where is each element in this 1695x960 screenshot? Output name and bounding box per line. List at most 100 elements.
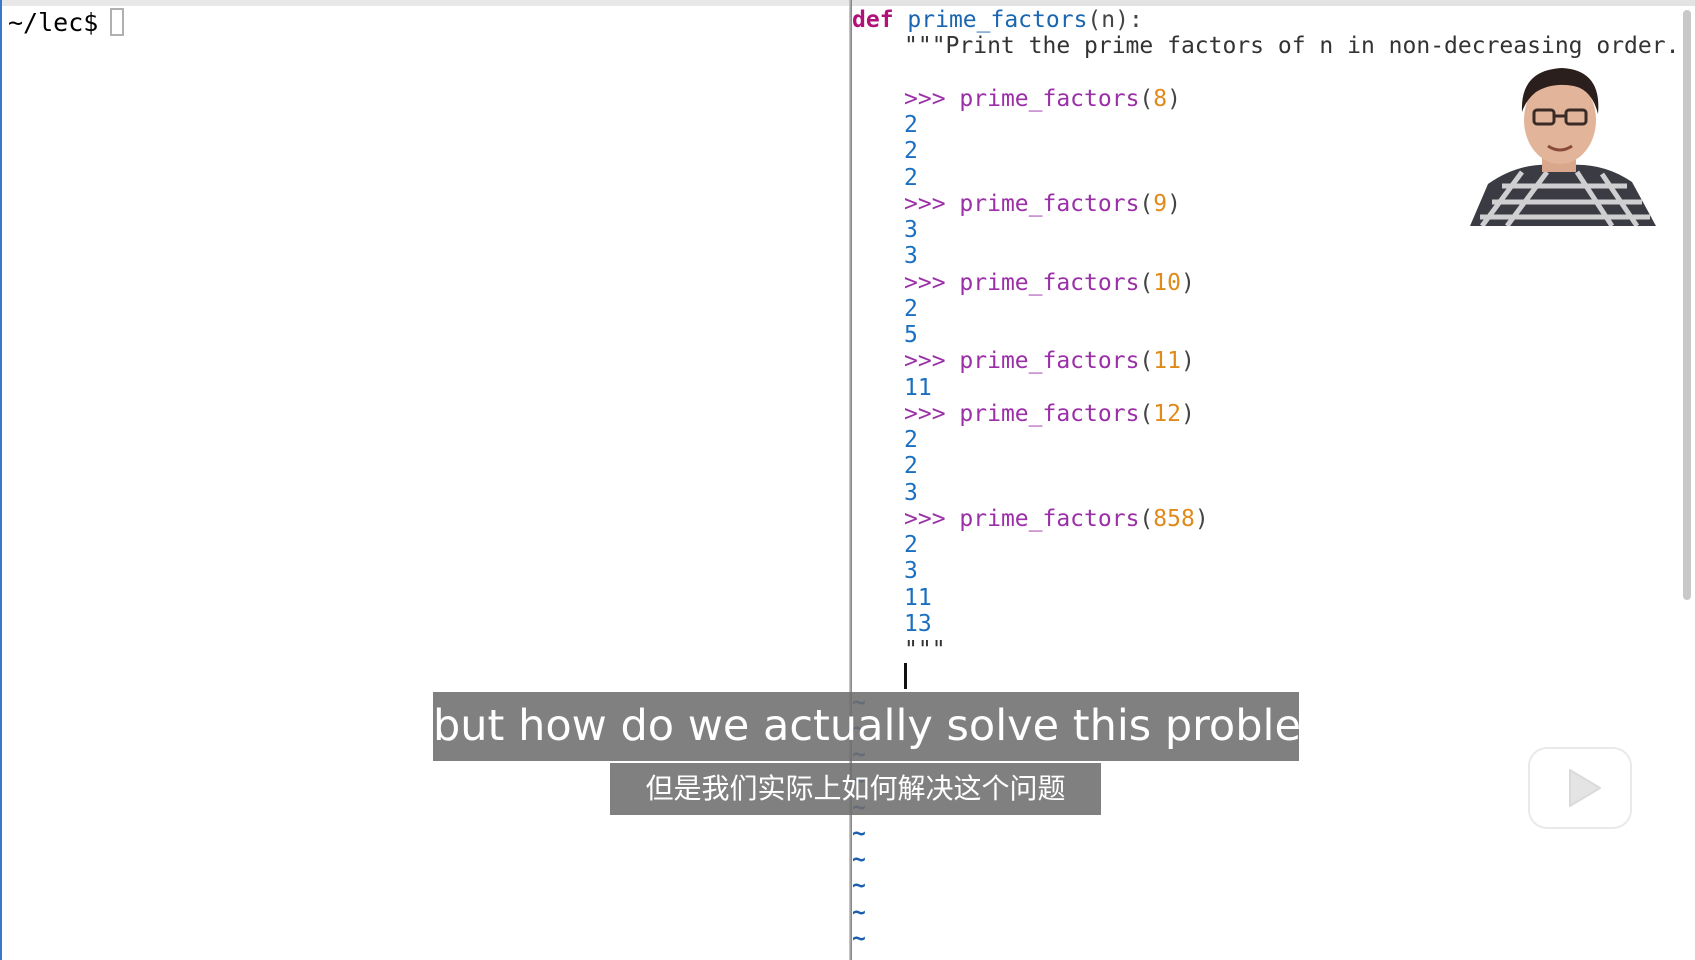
function-name: prime_factors <box>907 7 1088 33</box>
doctest-call: prime_factors <box>959 269 1140 296</box>
doctest-output-line: 2 <box>852 427 918 453</box>
terminal-titlebar <box>2 0 849 6</box>
terminal-cursor <box>110 8 125 36</box>
doctest-output-line: 13 <box>852 611 932 637</box>
doctest-output: 2 <box>904 112 918 138</box>
terminal-pane[interactable]: ~/lec$ <box>0 0 849 960</box>
doctest-prompt: >>> <box>904 400 946 427</box>
close-paren: ) <box>1180 269 1195 296</box>
close-paren: ) <box>1180 348 1195 375</box>
doctest-output: 13 <box>904 610 932 637</box>
doctest-argument: 858 <box>1153 505 1195 532</box>
doctest-output: 11 <box>904 584 932 611</box>
editor-scrollbar[interactable] <box>1683 10 1691 600</box>
doctest-argument: 9 <box>1153 190 1168 217</box>
open-paren: ( <box>1139 505 1154 532</box>
doctest-output-line: 11 <box>852 585 932 611</box>
docstring-text: """Print the prime factors of n in non-d… <box>904 33 1680 60</box>
docstring-close: """ <box>904 637 946 663</box>
doctest-call-line: >>> prime_factors(10) <box>852 270 1195 296</box>
def-keyword: def <box>852 7 894 33</box>
doctest-output: 2 <box>904 453 918 480</box>
doctest-call-line: >>> prime_factors(8) <box>852 86 1181 112</box>
close-paren: ) <box>1194 505 1209 532</box>
close-paren: ) <box>1167 85 1181 112</box>
empty-line-marker: ~ <box>852 925 866 952</box>
doctest-output-line: 3 <box>852 243 918 269</box>
doctest-prompt: >>> <box>904 269 946 296</box>
code-line-def: def prime_factors(n): <box>852 7 1143 33</box>
doctest-output-line: 3 <box>852 558 918 584</box>
doctest-output: 3 <box>904 217 918 243</box>
editor-titlebar <box>852 0 1695 6</box>
subtitle-english: but how do we actually solve this proble… <box>433 692 1343 761</box>
open-paren: ( <box>1139 269 1154 296</box>
doctest-call: prime_factors <box>959 348 1140 375</box>
open-paren: ( <box>1139 85 1154 112</box>
terminal-prompt-line[interactable]: ~/lec$ <box>8 8 125 38</box>
function-signature: (n): <box>1087 7 1143 33</box>
doctest-argument: 10 <box>1153 269 1181 296</box>
doctest-output: 3 <box>904 558 918 585</box>
doctest-call: prime_factors <box>959 190 1140 217</box>
doctest-output: 3 <box>904 243 918 270</box>
doctest-output: 3 <box>904 479 918 506</box>
doctest-output: 11 <box>904 374 932 401</box>
doctest-output-line: 2 <box>852 138 918 164</box>
subtitle-chinese: 但是我们实际上如何解决这个问题 <box>610 763 1101 815</box>
doctest-output: 2 <box>904 295 918 322</box>
doctest-output-line: 5 <box>852 322 918 348</box>
presenter-image <box>1462 62 1658 226</box>
doctest-call: prime_factors <box>959 400 1140 427</box>
doctest-output-line: 3 <box>852 480 918 506</box>
doctest-call-line: >>> prime_factors(11) <box>852 348 1195 374</box>
doctest-output: 2 <box>904 138 918 165</box>
doctest-output-line: 2 <box>852 532 918 558</box>
doctest-prompt: >>> <box>904 505 946 532</box>
doctest-output: 5 <box>904 322 918 348</box>
doctest-output-line: 11 <box>852 375 932 401</box>
code-line-docstring-close: """ <box>852 637 946 663</box>
empty-line-marker: ~ <box>852 899 866 926</box>
terminal-prompt: ~/lec$ <box>8 8 99 37</box>
doctest-prompt: >>> <box>904 348 946 375</box>
doctest-call: prime_factors <box>959 505 1140 532</box>
doctest-output-line: 2 <box>852 453 918 479</box>
doctest-call-line: >>> prime_factors(12) <box>852 401 1195 427</box>
doctest-output-line: 2 <box>852 165 918 191</box>
play-icon <box>1528 738 1632 829</box>
doctest-argument: 11 <box>1153 348 1181 375</box>
doctest-call-line: >>> prime_factors(9) <box>852 191 1181 217</box>
close-paren: ) <box>1180 400 1195 427</box>
doctest-argument: 12 <box>1153 400 1181 427</box>
doctest-output: 2 <box>904 532 918 558</box>
doctest-output: 2 <box>904 164 918 191</box>
doctest-output-line: 2 <box>852 296 918 322</box>
doctest-output-line: 3 <box>852 217 918 243</box>
open-paren: ( <box>1139 348 1154 375</box>
doctest-call: prime_factors <box>959 85 1140 112</box>
empty-line-marker: ~ <box>852 820 866 847</box>
doctest-output-line: 2 <box>852 112 918 138</box>
doctest-prompt: >>> <box>904 190 946 217</box>
play-button[interactable] <box>1526 728 1634 830</box>
code-line-docstring: """Print the prime factors of n in non-d… <box>852 33 1679 59</box>
open-paren: ( <box>1139 400 1154 427</box>
doctest-prompt: >>> <box>904 85 946 112</box>
empty-line-marker: ~ <box>852 873 866 900</box>
presenter-webcam <box>1462 62 1658 226</box>
open-paren: ( <box>1139 190 1154 217</box>
editor-cursor <box>904 663 907 689</box>
doctest-call-line: >>> prime_factors(858) <box>852 506 1209 532</box>
empty-line-marker: ~ <box>852 847 866 873</box>
doctest-output: 2 <box>904 427 918 453</box>
doctest-argument: 8 <box>1153 85 1168 112</box>
close-paren: ) <box>1167 190 1181 217</box>
